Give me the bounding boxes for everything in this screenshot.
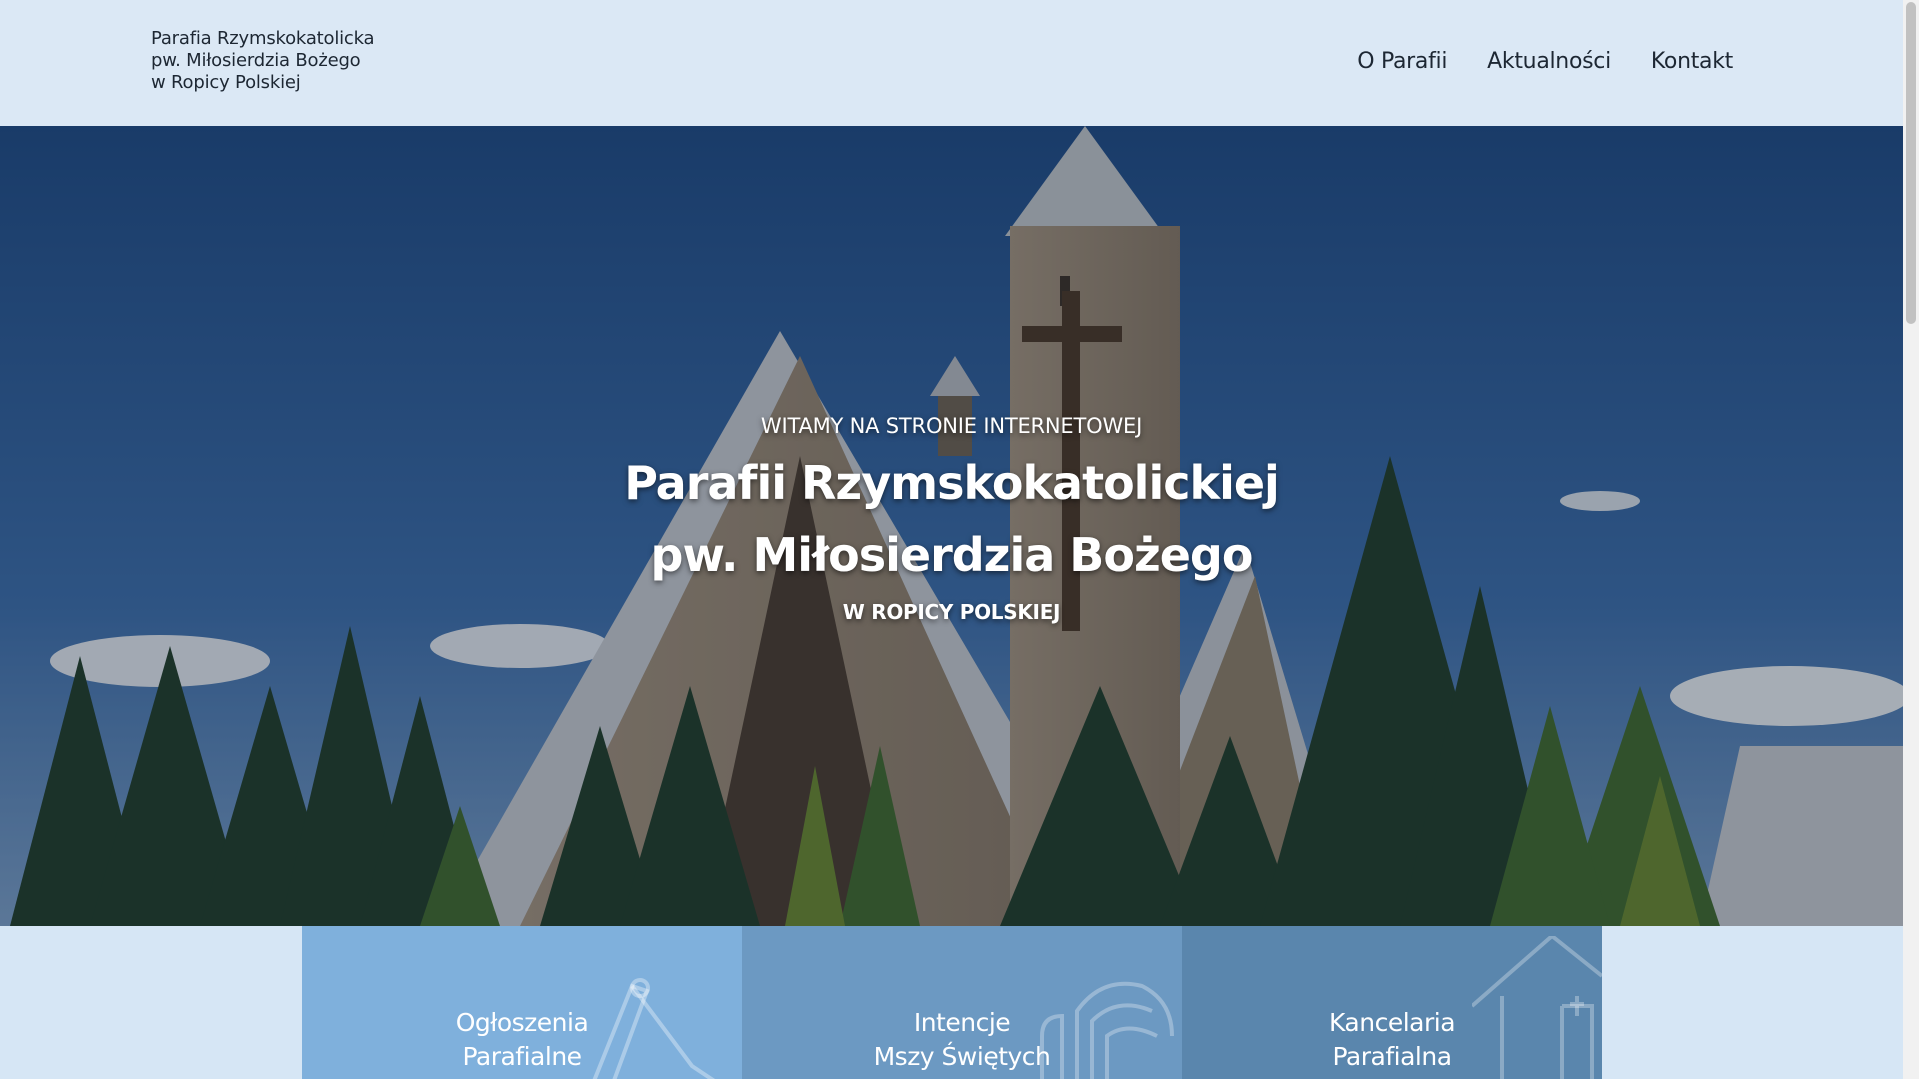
hero-kicker: WITAMY NA STRONIE INTERNETOWEJ [760, 414, 1143, 438]
hero-title-line-1: Parafii Rzymskokatolickiej [624, 456, 1280, 510]
tile-intencje[interactable]: Intencje Mszy Świętych [742, 926, 1182, 1079]
tile-label: Intencje Mszy Świętych [742, 1006, 1182, 1074]
tile-label: Ogłoszenia Parafialne [302, 1006, 742, 1074]
logo-line-3: w Ropicy Polskiej [151, 72, 301, 93]
logo-line-1: Parafia Rzymskokatolicka [151, 28, 375, 49]
site-header: Parafia Rzymskokatolicka pw. Miłosierdzi… [0, 0, 1903, 126]
hero-title-line-2: pw. Miłosierdzia Bożego [650, 528, 1254, 582]
logo-line-2: pw. Miłosierdzia Bożego [151, 50, 361, 71]
hero-text: WITAMY NA STRONIE INTERNETOWEJ Parafii R… [0, 411, 1903, 627]
hero-banner: WITAMY NA STRONIE INTERNETOWEJ Parafii R… [0, 126, 1903, 926]
scrollbar-thumb[interactable] [1906, 2, 1916, 324]
tile-label-line-2: Parafialna [1332, 1042, 1452, 1071]
main-nav: O Parafii Aktualności Kontakt [1317, 46, 1733, 78]
tile-ogloszenia[interactable]: Ogłoszenia Parafialne [302, 926, 742, 1079]
tile-kancelaria[interactable]: Kancelaria Parafialna [1182, 926, 1602, 1079]
nav-link-kontakt[interactable]: Kontakt [1651, 46, 1733, 78]
tile-label-line-1: Intencje [913, 1008, 1011, 1037]
site-logo[interactable]: Parafia Rzymskokatolicka pw. Miłosierdzi… [151, 28, 375, 94]
quick-links: Ogłoszenia Parafialne Intencje Mszy Świę… [302, 926, 1602, 1079]
tile-label-line-1: Kancelaria [1328, 1008, 1456, 1037]
tile-label: Kancelaria Parafialna [1182, 1006, 1602, 1074]
hero-subtitle: W ROPICY POLSKIEJ [842, 600, 1061, 624]
nav-link-aktualnosci[interactable]: Aktualności [1487, 46, 1611, 78]
tile-label-line-1: Ogłoszenia [455, 1008, 589, 1037]
nav-link-o-parafii[interactable]: O Parafii [1357, 46, 1447, 78]
hero-title: Parafii Rzymskokatolickiej pw. Miłosierd… [0, 447, 1903, 591]
tile-label-line-2: Parafialne [462, 1042, 582, 1071]
tile-label-line-2: Mszy Świętych [873, 1042, 1051, 1071]
page-scrollbar[interactable] [1903, 0, 1919, 1079]
